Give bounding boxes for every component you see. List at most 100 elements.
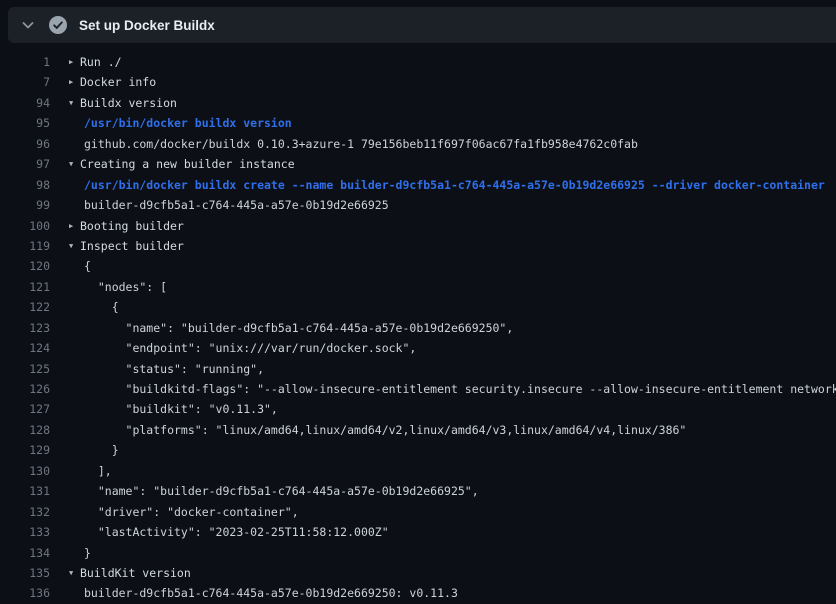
gutter-spacer [50, 359, 80, 379]
line-number-link[interactable]: 136 [0, 583, 50, 603]
log-text: Creating a new builder instance [80, 154, 295, 174]
line-number-link[interactable]: 127 [0, 399, 50, 419]
chevron-down-icon[interactable]: ▼ [50, 154, 80, 174]
log-text: builder-d9cfb5a1-c764-445a-a57e-0b19d2e6… [80, 583, 458, 603]
log-text: Buildx version [80, 93, 177, 113]
line-number-link[interactable]: 125 [0, 359, 50, 379]
gutter-spacer [50, 113, 80, 133]
check-circle-icon [49, 16, 67, 34]
log-group-header[interactable]: 7 ▶ Docker info [0, 72, 836, 92]
line-number-link[interactable]: 128 [0, 420, 50, 440]
line-number-link[interactable]: 100 [0, 216, 50, 236]
gutter-spacer [50, 481, 80, 501]
log-text: "nodes": [ [80, 277, 167, 297]
log-line-output: 134 } [0, 543, 836, 563]
line-number-link[interactable]: 96 [0, 134, 50, 154]
gutter-spacer [50, 420, 80, 440]
log-line-output: 133 "lastActivity": "2023-02-25T11:58:12… [0, 522, 836, 542]
line-number-link[interactable]: 134 [0, 543, 50, 563]
log-text: Run ./ [80, 52, 122, 72]
line-number-link[interactable]: 135 [0, 563, 50, 583]
log-line-output: 122 { [0, 297, 836, 317]
log-text: "buildkit": "v0.11.3", [80, 399, 278, 419]
log-text: Booting builder [80, 216, 184, 236]
line-number-link[interactable]: 123 [0, 318, 50, 338]
chevron-right-icon[interactable]: ▶ [50, 216, 80, 236]
chevron-down-icon[interactable]: ▼ [50, 236, 80, 256]
line-number-link[interactable]: 124 [0, 338, 50, 358]
log-text: Inspect builder [80, 236, 184, 256]
log-line-output: 99 builder-d9cfb5a1-c764-445a-a57e-0b19d… [0, 195, 836, 215]
log-line-output: 121 "nodes": [ [0, 277, 836, 297]
line-number-link[interactable]: 99 [0, 195, 50, 215]
line-number-link[interactable]: 98 [0, 175, 50, 195]
line-number-link[interactable]: 120 [0, 256, 50, 276]
log-text: "driver": "docker-container", [80, 502, 299, 522]
line-number-link[interactable]: 131 [0, 481, 50, 501]
log-text: { [80, 297, 119, 317]
log-line-output: 124 "endpoint": "unix:///var/run/docker.… [0, 338, 836, 358]
log-text: } [80, 440, 119, 460]
line-number-link[interactable]: 119 [0, 236, 50, 256]
gutter-spacer [50, 502, 80, 522]
log-group-header[interactable]: 100 ▶ Booting builder [0, 216, 836, 236]
gutter-spacer [50, 256, 80, 276]
log-text: /usr/bin/docker buildx version [80, 113, 292, 133]
log-text: "status": "running", [80, 359, 264, 379]
line-number-link[interactable]: 95 [0, 113, 50, 133]
log-line-command: 95 /usr/bin/docker buildx version [0, 113, 836, 133]
chevron-right-icon[interactable]: ▶ [50, 52, 80, 72]
log-text: "platforms": "linux/amd64,linux/amd64/v2… [80, 420, 686, 440]
line-number-link[interactable]: 132 [0, 502, 50, 522]
gutter-spacer [50, 399, 80, 419]
log-line-output: 132 "driver": "docker-container", [0, 502, 836, 522]
log-line-output: 130 ], [0, 461, 836, 481]
gutter-spacer [50, 175, 80, 195]
gutter-spacer [50, 297, 80, 317]
log-text: builder-d9cfb5a1-c764-445a-a57e-0b19d2e6… [80, 195, 389, 215]
gutter-spacer [50, 583, 80, 603]
line-number-link[interactable]: 97 [0, 154, 50, 174]
gutter-spacer [50, 338, 80, 358]
log-group-header[interactable]: 119 ▼ Inspect builder [0, 236, 836, 256]
log-text: "endpoint": "unix:///var/run/docker.sock… [80, 338, 416, 358]
line-number-link[interactable]: 1 [0, 52, 50, 72]
line-number-link[interactable]: 122 [0, 297, 50, 317]
line-number-link[interactable]: 129 [0, 440, 50, 460]
line-number-link[interactable]: 7 [0, 72, 50, 92]
gutter-spacer [50, 461, 80, 481]
log-line-output: 136 builder-d9cfb5a1-c764-445a-a57e-0b19… [0, 583, 836, 603]
gutter-spacer [50, 543, 80, 563]
log-text: ], [80, 461, 112, 481]
line-number-link[interactable]: 121 [0, 277, 50, 297]
gutter-spacer [50, 277, 80, 297]
log-line-output: 123 "name": "builder-d9cfb5a1-c764-445a-… [0, 318, 836, 338]
log-line-output: 128 "platforms": "linux/amd64,linux/amd6… [0, 420, 836, 440]
log-line-command: 98 /usr/bin/docker buildx create --name … [0, 175, 836, 195]
chevron-down-icon[interactable]: ▼ [50, 563, 80, 583]
log-line-output: 126 "buildkitd-flags": "--allow-insecure… [0, 379, 836, 399]
log-group-header[interactable]: 1 ▶ Run ./ [0, 52, 836, 72]
log-line-output: 120 { [0, 256, 836, 276]
log-lines: 1 ▶ Run ./ 7 ▶ Docker info 94 ▼ Buildx v… [0, 52, 836, 604]
line-number-link[interactable]: 94 [0, 93, 50, 113]
gutter-spacer [50, 522, 80, 542]
log-text: { [80, 256, 91, 276]
log-group-header[interactable]: 94 ▼ Buildx version [0, 93, 836, 113]
line-number-link[interactable]: 133 [0, 522, 50, 542]
step-header[interactable]: Set up Docker Buildx [8, 7, 836, 43]
line-number-link[interactable]: 130 [0, 461, 50, 481]
chevron-down-icon[interactable] [20, 17, 36, 33]
log-text: "name": "builder-d9cfb5a1-c764-445a-a57e… [80, 481, 479, 501]
log-line-output: 129 } [0, 440, 836, 460]
log-group-header[interactable]: 97 ▼ Creating a new builder instance [0, 154, 836, 174]
log-text: } [80, 543, 91, 563]
line-number-link[interactable]: 126 [0, 379, 50, 399]
workflow-log-viewer: Set up Docker Buildx 1 ▶ Run ./ 7 ▶ Dock… [0, 0, 836, 604]
log-group-header[interactable]: 135 ▼ BuildKit version [0, 563, 836, 583]
chevron-right-icon[interactable]: ▶ [50, 72, 80, 92]
chevron-down-icon[interactable]: ▼ [50, 93, 80, 113]
log-line-output: 131 "name": "builder-d9cfb5a1-c764-445a-… [0, 481, 836, 501]
log-text: "buildkitd-flags": "--allow-insecure-ent… [80, 379, 836, 399]
log-text: /usr/bin/docker buildx create --name bui… [80, 175, 825, 195]
